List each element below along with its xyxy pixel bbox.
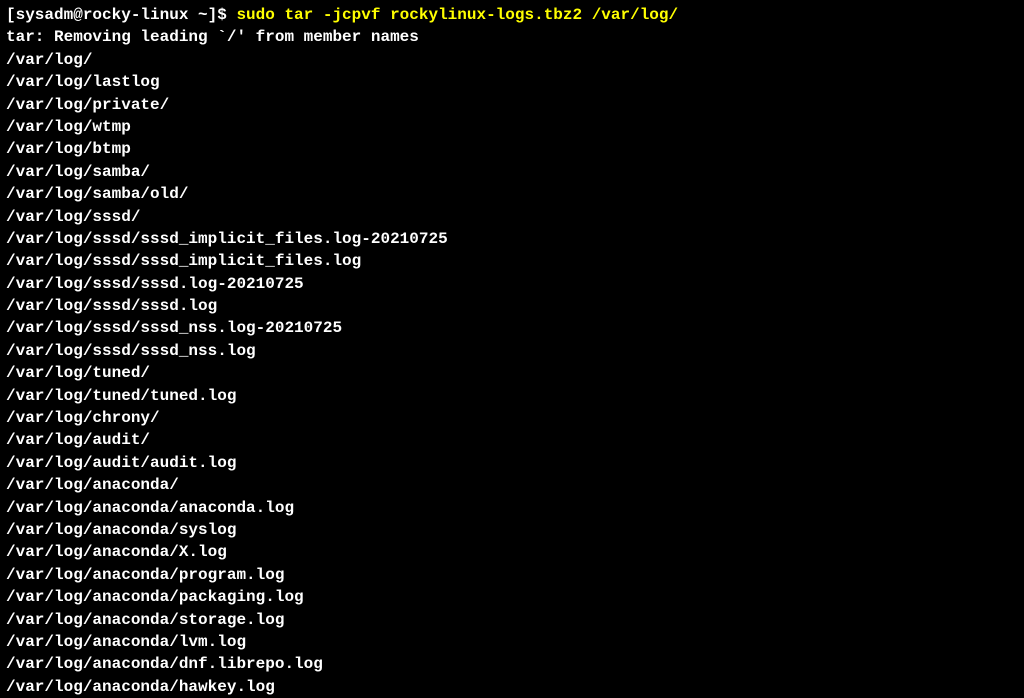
output-line: /var/log/sssd/sssd_implicit_files.log <box>6 250 1018 272</box>
output-line: /var/log/sssd/sssd.log-20210725 <box>6 273 1018 295</box>
output-line: /var/log/anaconda/ <box>6 474 1018 496</box>
command-output: tar: Removing leading `/' from member na… <box>6 26 1018 698</box>
output-line: /var/log/audit/ <box>6 429 1018 451</box>
output-line: /var/log/ <box>6 49 1018 71</box>
output-line: /var/log/anaconda/storage.log <box>6 609 1018 631</box>
output-line: tar: Removing leading `/' from member na… <box>6 26 1018 48</box>
output-line: /var/log/anaconda/X.log <box>6 541 1018 563</box>
output-line: /var/log/anaconda/anaconda.log <box>6 497 1018 519</box>
output-line: /var/log/anaconda/dnf.librepo.log <box>6 653 1018 675</box>
output-line: /var/log/anaconda/lvm.log <box>6 631 1018 653</box>
output-line: /var/log/samba/ <box>6 161 1018 183</box>
output-line: /var/log/sssd/sssd_nss.log-20210725 <box>6 317 1018 339</box>
output-line: /var/log/private/ <box>6 94 1018 116</box>
output-line: /var/log/lastlog <box>6 71 1018 93</box>
output-line: /var/log/anaconda/hawkey.log <box>6 676 1018 698</box>
output-line: /var/log/tuned/tuned.log <box>6 385 1018 407</box>
shell-prompt: [sysadm@rocky-linux ~]$ <box>6 6 236 24</box>
entered-command: sudo tar -jcpvf rockylinux-logs.tbz2 /va… <box>236 6 678 24</box>
output-line: /var/log/audit/audit.log <box>6 452 1018 474</box>
output-line: /var/log/sssd/sssd.log <box>6 295 1018 317</box>
output-line: /var/log/sssd/ <box>6 206 1018 228</box>
output-line: /var/log/sssd/sssd_implicit_files.log-20… <box>6 228 1018 250</box>
output-line: /var/log/sssd/sssd_nss.log <box>6 340 1018 362</box>
prompt-line[interactable]: [sysadm@rocky-linux ~]$ sudo tar -jcpvf … <box>6 4 1018 26</box>
output-line: /var/log/samba/old/ <box>6 183 1018 205</box>
output-line: /var/log/anaconda/program.log <box>6 564 1018 586</box>
output-line: /var/log/anaconda/syslog <box>6 519 1018 541</box>
output-line: /var/log/chrony/ <box>6 407 1018 429</box>
terminal-output: [sysadm@rocky-linux ~]$ sudo tar -jcpvf … <box>6 4 1018 698</box>
output-line: /var/log/tuned/ <box>6 362 1018 384</box>
output-line: /var/log/btmp <box>6 138 1018 160</box>
output-line: /var/log/anaconda/packaging.log <box>6 586 1018 608</box>
output-line: /var/log/wtmp <box>6 116 1018 138</box>
